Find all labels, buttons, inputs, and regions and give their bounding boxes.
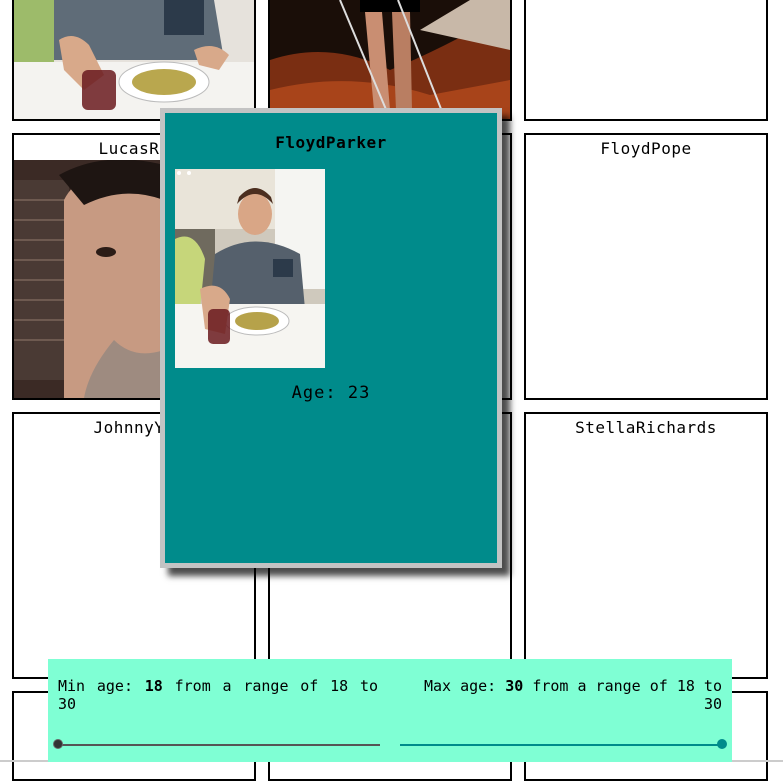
min-age-label: Min age: 18 from a range of 18 to 30 (58, 677, 378, 713)
popup-name: FloydParker (275, 133, 387, 152)
profile-card[interactable] (12, 0, 256, 121)
card-name: StellaRichards (575, 418, 717, 437)
man-at-dinner-photo (175, 169, 325, 368)
min-age-slider[interactable] (53, 739, 380, 749)
min-age-value: 18 (144, 677, 163, 695)
min-age-slider-thumb[interactable] (53, 739, 63, 749)
profile-popup[interactable]: FloydParker Age: 23 (160, 108, 502, 568)
night-legs-photo (270, 0, 510, 119)
age-filter-bar: Min age: 18 from a range of 18 to 30 Max… (48, 659, 732, 762)
profile-card[interactable] (268, 0, 512, 121)
max-age-range-text: from a range of 18 to 30 (532, 677, 722, 713)
max-age-label: Max age: 30 from a range of 18 to 30 (404, 677, 722, 713)
selfie-photo (14, 160, 164, 398)
max-age-prefix: Max age: (423, 677, 497, 695)
max-age-slider-thumb[interactable] (717, 739, 727, 749)
card-name: FloydPope (600, 139, 692, 158)
man-at-dinner-photo (14, 0, 254, 119)
max-age-slider[interactable] (400, 739, 727, 749)
max-age-value: 30 (505, 677, 524, 695)
profile-card[interactable] (524, 0, 768, 121)
profile-card[interactable]: StellaRichards (524, 412, 768, 679)
profile-card[interactable]: FloydPope (524, 133, 768, 400)
min-age-prefix: Min age: (58, 677, 133, 695)
popup-age: Age: 23 (291, 383, 371, 403)
